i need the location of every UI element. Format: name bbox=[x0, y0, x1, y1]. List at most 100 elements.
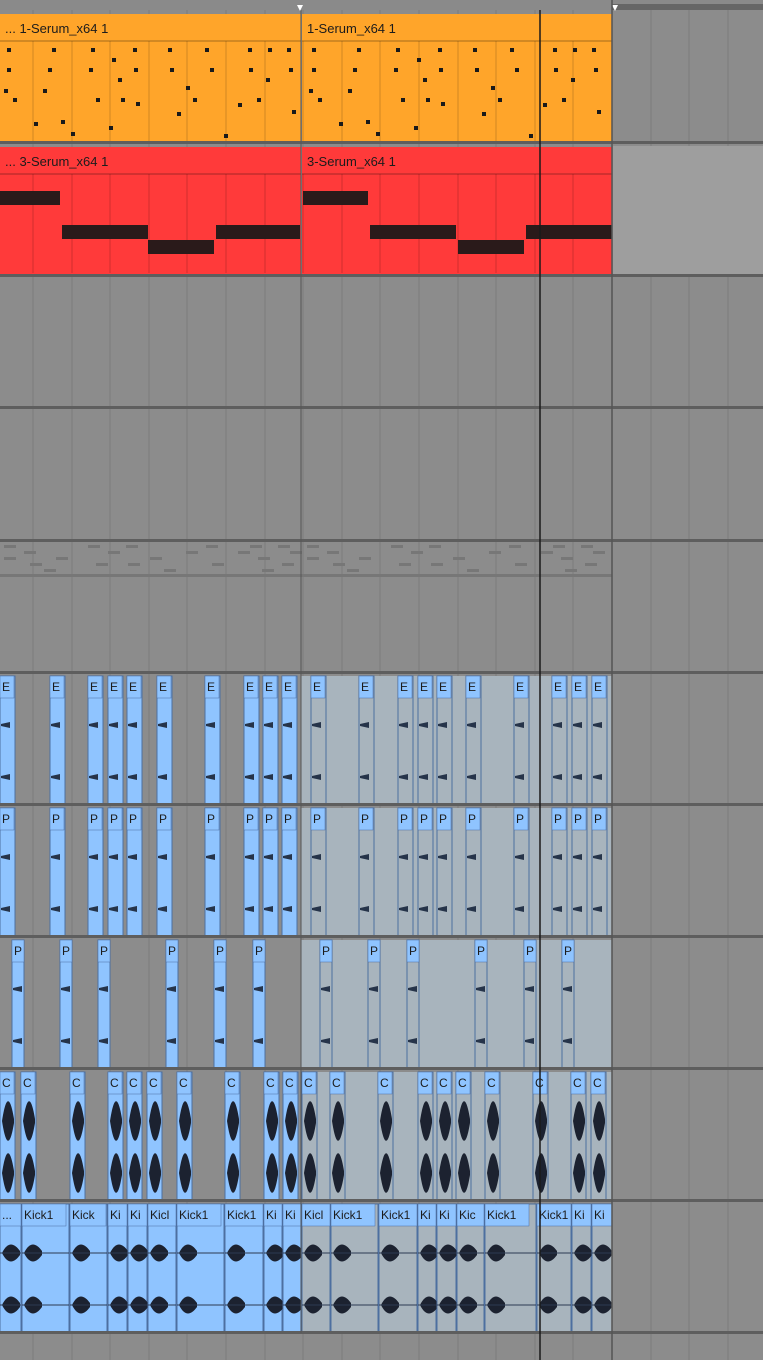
audio-clip-label: P bbox=[129, 812, 138, 826]
audio-clip-label: E bbox=[52, 680, 61, 694]
audio-clip-label: P bbox=[90, 812, 99, 826]
audio-clip-label: Kick1 bbox=[333, 1208, 363, 1222]
audio-clip-label: E bbox=[439, 680, 448, 694]
audio-clip-label: C bbox=[110, 1076, 119, 1090]
audio-clip-label: P bbox=[361, 812, 370, 826]
audio-clip-label: C bbox=[380, 1076, 389, 1090]
audio-clip-label: Ki bbox=[130, 1208, 141, 1222]
audio-clip-label: Ki bbox=[285, 1208, 296, 1222]
audio-clip-label: P bbox=[207, 812, 216, 826]
audio-clip-label: C bbox=[227, 1076, 236, 1090]
audio-clip-label: P bbox=[477, 944, 486, 958]
audio-clip-label: P bbox=[439, 812, 448, 826]
serum3-clip-b-label: 3-Serum_x64 1 bbox=[307, 154, 396, 169]
audio-clip-label: C bbox=[129, 1076, 138, 1090]
audio-clip-label: C bbox=[420, 1076, 429, 1090]
audio-clip-label: E bbox=[265, 680, 274, 694]
arrangement-view[interactable]: ... 1-Serum_x64 1 1-Serum_x64 1... 3-Seru… bbox=[0, 0, 763, 1360]
audio-clip-label: P bbox=[159, 812, 168, 826]
track-lane-track-5[interactable] bbox=[0, 541, 763, 673]
audio-clip-label: C bbox=[266, 1076, 275, 1090]
audio-clip-label: E bbox=[313, 680, 322, 694]
audio-clip-label: Ki bbox=[574, 1208, 585, 1222]
audio-clip-label: E bbox=[468, 680, 477, 694]
audio-clip-label: P bbox=[516, 812, 525, 826]
audio-clip-label: Kic bbox=[459, 1208, 476, 1222]
audio-clip-label: P bbox=[564, 944, 573, 958]
audio-clip-label: Kick1 bbox=[179, 1208, 209, 1222]
audio-clip-label: E bbox=[246, 680, 255, 694]
audio-clip-label: Kick1 bbox=[487, 1208, 517, 1222]
audio-clip-label: E bbox=[554, 680, 563, 694]
audio-clip-label: P bbox=[2, 812, 11, 826]
audio-clip-label: P bbox=[420, 812, 429, 826]
audio-clip-label: E bbox=[207, 680, 216, 694]
audio-clip-label: E bbox=[284, 680, 293, 694]
audio-clip-label: C bbox=[2, 1076, 11, 1090]
audio-clip-label: Ki bbox=[420, 1208, 431, 1222]
audio-clip-label: P bbox=[246, 812, 255, 826]
audio-clip-label: P bbox=[594, 812, 603, 826]
audio-clip-label: Ki bbox=[439, 1208, 450, 1222]
audio-clip-label: P bbox=[52, 812, 61, 826]
audio-clip-label: Kick bbox=[72, 1208, 95, 1222]
audio-clip-label: C bbox=[458, 1076, 467, 1090]
track-lane-track-4[interactable] bbox=[0, 408, 763, 541]
audio-clip-label: P bbox=[100, 944, 109, 958]
serum1-clip-a-label: ... 1-Serum_x64 1 bbox=[5, 21, 109, 36]
serum3-clip-a-label: ... 3-Serum_x64 1 bbox=[5, 154, 109, 169]
audio-clip-label: P bbox=[400, 812, 409, 826]
audio-clip-label: E bbox=[361, 680, 370, 694]
audio-clip-label: C bbox=[593, 1076, 602, 1090]
audio-clip-label: Kick1 bbox=[539, 1208, 569, 1222]
audio-clip-label: C bbox=[23, 1076, 32, 1090]
audio-clip-label: P bbox=[468, 812, 477, 826]
audio-clip-label: C bbox=[439, 1076, 448, 1090]
audio-clip-label: P bbox=[255, 944, 264, 958]
audio-clip-label: C bbox=[72, 1076, 81, 1090]
audio-clip-label: Ki bbox=[110, 1208, 121, 1222]
audio-clip-label: C bbox=[573, 1076, 582, 1090]
audio-clip-label: Kicl bbox=[150, 1208, 170, 1222]
audio-clip-label: E bbox=[400, 680, 409, 694]
audio-clip-label: P bbox=[168, 944, 177, 958]
audio-clip-label: P bbox=[554, 812, 563, 826]
audio-clip-label: Kicl bbox=[304, 1208, 324, 1222]
track-lane-track-8[interactable] bbox=[0, 937, 763, 1069]
top-bar-end bbox=[612, 4, 763, 10]
audio-clip-label: Kick1 bbox=[24, 1208, 54, 1222]
audio-clip-label: P bbox=[409, 944, 418, 958]
audio-clip-label: C bbox=[304, 1076, 313, 1090]
audio-clip-label: E bbox=[594, 680, 603, 694]
audio-clip-label: E bbox=[516, 680, 525, 694]
audio-clip-label: C bbox=[535, 1076, 544, 1090]
audio-clip-label: E bbox=[110, 680, 119, 694]
track-lane-track-3[interactable] bbox=[0, 276, 763, 408]
audio-clip-label: P bbox=[62, 944, 71, 958]
audio-clip-label: Kick1 bbox=[227, 1208, 257, 1222]
audio-clip-label: P bbox=[526, 944, 535, 958]
audio-clip-label: E bbox=[159, 680, 168, 694]
audio-clip-label: E bbox=[90, 680, 99, 694]
audio-clip-label: C bbox=[487, 1076, 496, 1090]
audio-clip-label: C bbox=[149, 1076, 158, 1090]
audio-clip-label: P bbox=[216, 944, 225, 958]
audio-clip-label: E bbox=[129, 680, 138, 694]
audio-clip-label: E bbox=[574, 680, 583, 694]
audio-clip-label: P bbox=[14, 944, 23, 958]
audio-clip-label: C bbox=[285, 1076, 294, 1090]
audio-clip-label: P bbox=[574, 812, 583, 826]
serum1-clip-b-label: 1-Serum_x64 1 bbox=[307, 21, 396, 36]
audio-clip-label: C bbox=[179, 1076, 188, 1090]
audio-clip-label: Ki bbox=[594, 1208, 605, 1222]
audio-clip-label: C bbox=[332, 1076, 341, 1090]
audio-clip-label: P bbox=[322, 944, 331, 958]
audio-clip-label: Ki bbox=[266, 1208, 277, 1222]
audio-clip-label: P bbox=[313, 812, 322, 826]
audio-clip-label: P bbox=[370, 944, 379, 958]
audio-clip-label: E bbox=[2, 680, 11, 694]
audio-clip-label: E bbox=[420, 680, 429, 694]
audio-clip-label: P bbox=[284, 812, 293, 826]
audio-clip-label: ... bbox=[2, 1208, 13, 1222]
audio-clip-label: P bbox=[265, 812, 274, 826]
